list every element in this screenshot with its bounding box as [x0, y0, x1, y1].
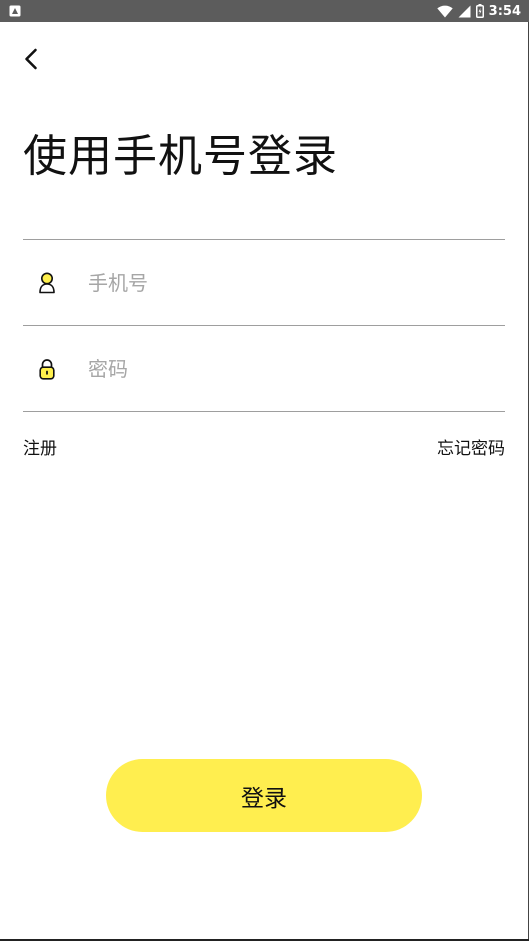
phone-input[interactable]	[88, 271, 468, 295]
lock-icon	[38, 357, 56, 381]
wifi-icon	[436, 5, 453, 17]
battery-icon	[475, 4, 484, 18]
status-bar-right: 3:54	[436, 0, 521, 22]
password-input[interactable]	[88, 357, 468, 381]
status-time: 3:54	[488, 3, 521, 19]
divider-middle	[23, 325, 505, 326]
chevron-left-icon	[25, 48, 37, 70]
divider-bottom	[23, 411, 505, 412]
phone-field-row	[23, 241, 505, 325]
register-link[interactable]: 注册	[23, 434, 57, 459]
signal-icon	[458, 5, 471, 17]
login-button[interactable]: 登录	[106, 759, 422, 832]
page-title: 使用手机号登录	[23, 131, 338, 182]
divider-top	[23, 239, 505, 240]
back-button[interactable]	[14, 42, 48, 76]
user-icon	[38, 271, 56, 295]
notification-icon	[9, 5, 21, 17]
password-field-row	[23, 327, 505, 411]
status-bar: 3:54	[0, 0, 529, 22]
forgot-password-link[interactable]: 忘记密码	[437, 434, 505, 459]
